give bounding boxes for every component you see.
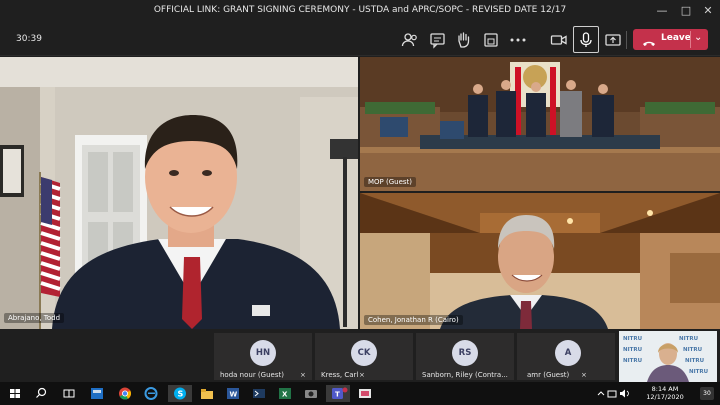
camera-app-icon[interactable] <box>302 385 320 402</box>
self-view-backdrop-text: NITRU <box>683 347 702 353</box>
task-view-icon[interactable] <box>60 385 78 402</box>
self-view-backdrop-text: NITRU <box>679 336 698 342</box>
word-icon[interactable]: W <box>224 385 242 402</box>
camera-icon[interactable] <box>549 30 569 50</box>
self-view-backdrop-text: NITRU <box>623 358 642 364</box>
windows-start-icon[interactable] <box>6 385 24 402</box>
participant-name: Kress, Carl <box>321 371 359 379</box>
avatar: A <box>555 340 581 366</box>
participant-tile[interactable]: CK Kress, Carl ⨯ <box>315 333 413 380</box>
hang-up-icon <box>642 34 656 46</box>
search-icon[interactable] <box>32 385 50 402</box>
chevron-down-icon[interactable]: ⌄ <box>694 32 702 43</box>
share-tray-icon[interactable] <box>481 30 501 50</box>
calculator-icon[interactable] <box>88 385 106 402</box>
participant-tile[interactable]: RS Sanborn, Riley (Contra... <box>416 333 514 380</box>
windows-taskbar: S W X T 8:14 AM 12/17/2020 30 <box>0 382 720 405</box>
leave-button[interactable]: Leave ⌄ <box>633 29 708 50</box>
participant-name: Sanborn, Riley (Contra... <box>422 371 508 379</box>
toolbar-divider <box>626 31 627 49</box>
teams-meeting-window: OFFICIAL LINK: GRANT SIGNING CEREMONY - … <box>0 0 720 405</box>
participants-icon[interactable] <box>400 30 420 50</box>
main-speaker-video[interactable]: Abrajano, Todd <box>0 57 358 329</box>
notification-badge[interactable]: 30 <box>700 387 714 400</box>
edge-icon[interactable] <box>142 385 160 402</box>
title-bar: OFFICIAL LINK: GRANT SIGNING CEREMONY - … <box>0 0 720 22</box>
svg-text:X: X <box>282 391 288 399</box>
self-view-backdrop-text: NITRU <box>623 336 642 342</box>
close-icon[interactable]: ✕ <box>700 3 716 19</box>
leave-separator <box>690 31 691 48</box>
mic-off-icon: ⨯ <box>300 371 306 379</box>
share-screen-icon[interactable] <box>603 30 623 50</box>
maximize-icon[interactable]: □ <box>678 3 694 19</box>
conference-room-name: MOP (Guest) <box>364 177 417 187</box>
snipping-icon[interactable] <box>356 385 374 402</box>
meeting-toolbar: 30:39 Leave ⌄ <box>0 22 720 56</box>
microphone-button[interactable] <box>573 26 599 53</box>
self-view-video[interactable]: NITRU NITRU NITRU NITRU NITRU NITRU NITR… <box>619 331 717 382</box>
remote-speaker-video[interactable]: Cohen, Jonathan R (Cairo) <box>360 193 720 329</box>
remote-speaker-name: Cohen, Jonathan R (Cairo) <box>364 315 463 325</box>
self-view-backdrop-text: NITRU <box>623 347 642 353</box>
chrome-icon[interactable] <box>116 385 134 402</box>
svg-text:W: W <box>230 391 238 399</box>
participants-strip: HN hoda nour (Guest) ⨯ CK Kress, Carl ⨯ … <box>0 331 720 382</box>
window-title: OFFICIAL LINK: GRANT SIGNING CEREMONY - … <box>153 5 567 15</box>
system-tray[interactable] <box>596 385 636 402</box>
avatar: CK <box>351 340 377 366</box>
svg-text:S: S <box>178 390 184 399</box>
participant-tile[interactable]: HN hoda nour (Guest) ⨯ <box>214 333 312 380</box>
teams-icon[interactable]: T <box>326 385 350 402</box>
more-actions-icon[interactable] <box>508 30 528 50</box>
conference-room-video[interactable]: MOP (Guest) <box>360 57 720 191</box>
clock-time: 8:14 AM <box>651 385 679 393</box>
avatar: HN <box>250 340 276 366</box>
microphone-icon <box>576 30 596 50</box>
excel-icon[interactable]: X <box>276 385 294 402</box>
participant-name: amr (Guest) <box>527 371 570 379</box>
chat-icon[interactable] <box>428 30 448 50</box>
minimize-icon[interactable]: — <box>654 3 670 19</box>
main-speaker-name: Abrajano, Todd <box>4 313 65 323</box>
leave-label: Leave <box>661 33 691 43</box>
meeting-timer: 30:39 <box>16 34 42 44</box>
clock-date: 12/17/2020 <box>646 393 684 401</box>
self-view-backdrop-text: NITRU <box>685 358 704 364</box>
raise-hand-icon[interactable] <box>454 30 474 50</box>
avatar: RS <box>452 340 478 366</box>
participant-tile[interactable]: A amr (Guest) ⨯ <box>517 333 615 380</box>
taskbar-clock[interactable]: 8:14 AM 12/17/2020 <box>640 385 690 401</box>
self-view-backdrop-text: NITRU <box>689 369 708 375</box>
participant-name: hoda nour (Guest) <box>220 371 284 379</box>
svg-text:T: T <box>335 391 340 399</box>
file-explorer-icon[interactable] <box>198 385 216 402</box>
terminal-icon[interactable] <box>250 385 268 402</box>
mic-off-icon: ⨯ <box>581 371 587 379</box>
mic-off-icon: ⨯ <box>359 371 365 379</box>
skype-icon[interactable]: S <box>168 385 192 402</box>
